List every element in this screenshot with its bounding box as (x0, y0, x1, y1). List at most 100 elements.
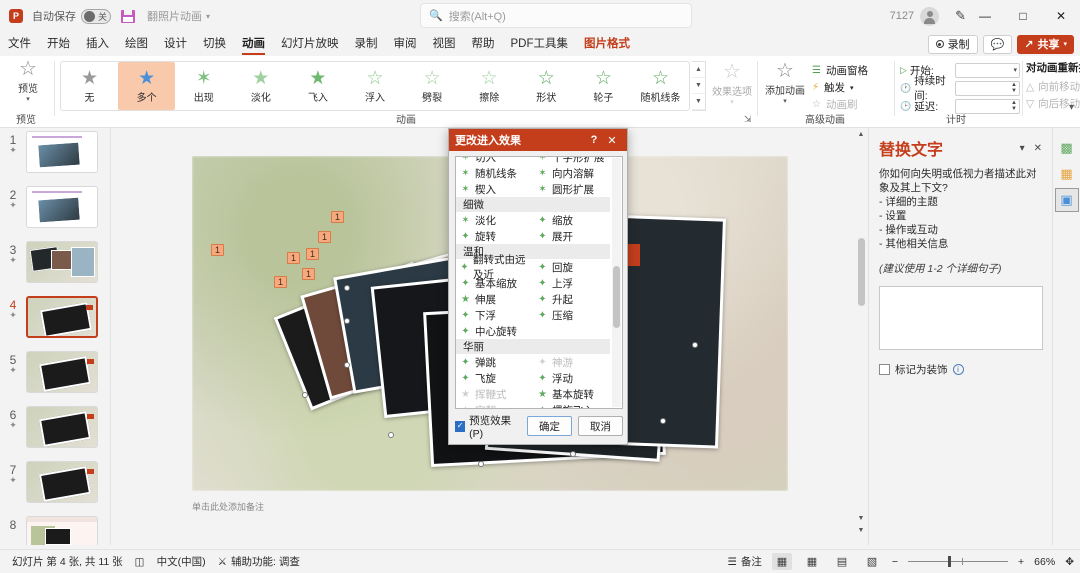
selection-handle[interactable] (478, 461, 484, 467)
effect-item[interactable]: ★ 伸展 (456, 291, 533, 307)
pane-close-icon[interactable]: ✕ (1034, 143, 1042, 154)
start-chevron-down-icon[interactable]: ▾ (1013, 66, 1017, 74)
animation-badge[interactable]: 1 (211, 244, 224, 256)
list-item[interactable]: 2 ✦ (0, 186, 110, 238)
gallery-scroll-up-icon[interactable]: ▲ (692, 62, 705, 78)
thumb-image-3[interactable] (26, 241, 98, 283)
decorative-checkbox[interactable] (879, 364, 890, 375)
info-icon[interactable]: i (952, 364, 964, 375)
gallery-item-none[interactable]: ★ 无 (61, 62, 118, 110)
zoom-knob[interactable] (948, 556, 952, 567)
maximize-button[interactable]: □ (1004, 0, 1042, 32)
gallery-item-floatin[interactable]: ☆ 浮入 (346, 62, 403, 110)
effect-item[interactable]: ✦ 下浮 (456, 307, 533, 323)
animation-star-icon[interactable]: ✦ (0, 475, 26, 486)
animation-badge[interactable]: 1 (306, 248, 319, 260)
selection-handle[interactable] (388, 432, 394, 438)
list-item[interactable]: 5 ✦ (0, 351, 110, 403)
comment-button[interactable]: 💬 (982, 34, 1013, 54)
tab-animations[interactable]: 动画 (234, 32, 273, 56)
preview-button[interactable]: ☆ 预览 ▾ (6, 59, 50, 103)
cancel-button[interactable]: 取消 (578, 416, 623, 436)
effect-item[interactable]: ✦ 基本缩放 (456, 275, 533, 291)
add-animation-button[interactable]: ☆ 添加动画 ▾ (762, 61, 808, 105)
collapse-ribbon-button[interactable]: ▾ (1069, 102, 1074, 113)
tab-home[interactable]: 开始 (39, 32, 78, 56)
selection-handle[interactable] (570, 451, 576, 457)
effect-item[interactable]: ✦ 弹跳 (456, 354, 533, 370)
reading-view-icon[interactable]: ▤ (832, 553, 852, 570)
list-item[interactable]: 8 (0, 516, 110, 545)
dialog-scrollbar-thumb[interactable] (613, 266, 620, 328)
gallery-item-multiple[interactable]: ★ 多个 (118, 62, 176, 110)
preview-effect-checkbox[interactable]: ✓ (455, 420, 466, 432)
thumb-image-7[interactable] (26, 461, 98, 503)
mark-decorative-row[interactable]: 标记为装饰 i (879, 362, 1042, 377)
scroll-down-icon[interactable]: ▼ (857, 514, 865, 523)
autosave-toggle[interactable]: 关 (81, 8, 111, 24)
preview-chevron-down-icon[interactable]: ▾ (6, 95, 50, 103)
tab-file[interactable]: 文件 (0, 32, 39, 56)
language-label[interactable]: 中文(中国) (157, 554, 206, 569)
save-icon[interactable] (121, 9, 135, 23)
effect-item[interactable]: ✦ 浮动 (533, 370, 610, 386)
search-input[interactable]: 🔍 搜索(Alt+Q) (420, 3, 692, 28)
tab-slideshow[interactable]: 幻灯片放映 (273, 32, 347, 56)
slide-sorter-icon[interactable]: ▦ (802, 553, 822, 570)
effect-item[interactable]: ✦ 缩放 (533, 212, 610, 228)
effect-item[interactable]: ✦ 压缩 (533, 307, 610, 323)
selection-handle[interactable] (660, 418, 666, 424)
share-button[interactable]: ↗ 共享 ▾ (1017, 34, 1074, 54)
animation-badge[interactable]: 1 (274, 276, 287, 288)
slide-thumbnail-pane[interactable]: 1 ✦ 2 ✦ 3 ✦ 4 ✦ 5 ✦ 6 ✦ 7 ✦ 8 (0, 128, 110, 545)
tab-view[interactable]: 视图 (425, 32, 464, 56)
dialog-close-icon[interactable]: ✕ (603, 134, 621, 147)
animation-star-icon[interactable]: ✦ (0, 365, 26, 376)
animation-star-icon[interactable]: ✦ (0, 200, 26, 211)
align-icon[interactable]: ▩ (1055, 136, 1079, 160)
animation-badge[interactable]: 1 (331, 211, 344, 223)
next-slide-icon[interactable]: ▼ (857, 526, 865, 535)
effect-item[interactable]: ✦ 上浮 (533, 275, 610, 291)
tab-insert[interactable]: 插入 (78, 32, 117, 56)
normal-view-icon[interactable]: ▦ (771, 553, 792, 570)
list-item[interactable]: 3 ✦ (0, 241, 110, 293)
gallery-scrollbar[interactable]: ▲ ▼ ▼ (692, 61, 706, 111)
add-animation-chevron-down-icon[interactable]: ▾ (762, 97, 808, 105)
preview-effect-checkbox-row[interactable]: ✓ 预览效果(P) (455, 413, 521, 440)
start-dropdown[interactable]: ▾ (955, 62, 1020, 78)
slideshow-icon[interactable]: ▧ (862, 553, 882, 570)
move-earlier-button[interactable]: △ 向前移动 (1026, 78, 1080, 95)
gallery-item-wipe[interactable]: ☆ 擦除 (461, 62, 518, 110)
dialog-help-icon[interactable]: ? (585, 134, 603, 146)
effect-item[interactable]: ✶ 切入 (456, 157, 533, 165)
effect-item[interactable]: ★ 基本旋转 (533, 386, 610, 402)
animation-gallery[interactable]: ★ 无 ★ 多个 ✶ 出现 ★ 淡化 ★ 飞入 ☆ 浮入 ☆ 劈裂 ☆ 擦除 ☆… (60, 61, 690, 111)
effect-item[interactable]: ✶ 淡化 (456, 212, 533, 228)
effect-item[interactable]: ✶ 楔入 (456, 181, 533, 197)
gallery-item-wheel[interactable]: ☆ 轮子 (575, 62, 632, 110)
thumb-image-6[interactable] (26, 406, 98, 448)
fit-slide-icon[interactable]: ✥ (1065, 556, 1074, 568)
tab-help[interactable]: 帮助 (464, 32, 503, 56)
tab-draw[interactable]: 绘图 (117, 32, 156, 56)
trigger-chevron-down-icon[interactable]: ▾ (850, 84, 854, 92)
avatar[interactable] (920, 6, 940, 26)
animation-badge[interactable]: 1 (302, 268, 315, 280)
zoom-slider[interactable] (908, 556, 1009, 568)
selection-handle[interactable] (344, 318, 350, 324)
gallery-scroll-down-icon[interactable]: ▼ (692, 78, 705, 94)
effect-options-button[interactable]: ☆ 效果选项 ▾ (710, 62, 754, 106)
animation-pane-button[interactable]: ☰ 动画窗格 (812, 62, 890, 79)
effect-item[interactable]: ✶ 圆形扩展 (533, 181, 610, 197)
duration-stepper[interactable]: ▲ ▼ (1011, 82, 1017, 94)
share-chevron-down-icon[interactable]: ▾ (1063, 40, 1067, 48)
effect-item[interactable]: ✦ 翻转式由远及近 (456, 254, 533, 281)
notes-placeholder[interactable]: 单击此处添加备注 (192, 500, 788, 528)
tab-pdf-tools[interactable]: PDF工具集 (503, 32, 577, 56)
format-picture-icon[interactable]: ▣ (1054, 188, 1079, 212)
gallery-more-icon[interactable]: ▼ (692, 94, 705, 110)
change-entrance-effect-dialog[interactable]: 更改进入效果 ? ✕ ✶ 切入 ✶ 十字形扩展 ✶ 随机线条 ✶ 向内溶解 ✶ 楔入 ✶ 圆… (448, 128, 628, 445)
duration-input[interactable]: ▲ ▼ (955, 80, 1020, 96)
effect-item[interactable]: ✦ 升起 (533, 291, 610, 307)
